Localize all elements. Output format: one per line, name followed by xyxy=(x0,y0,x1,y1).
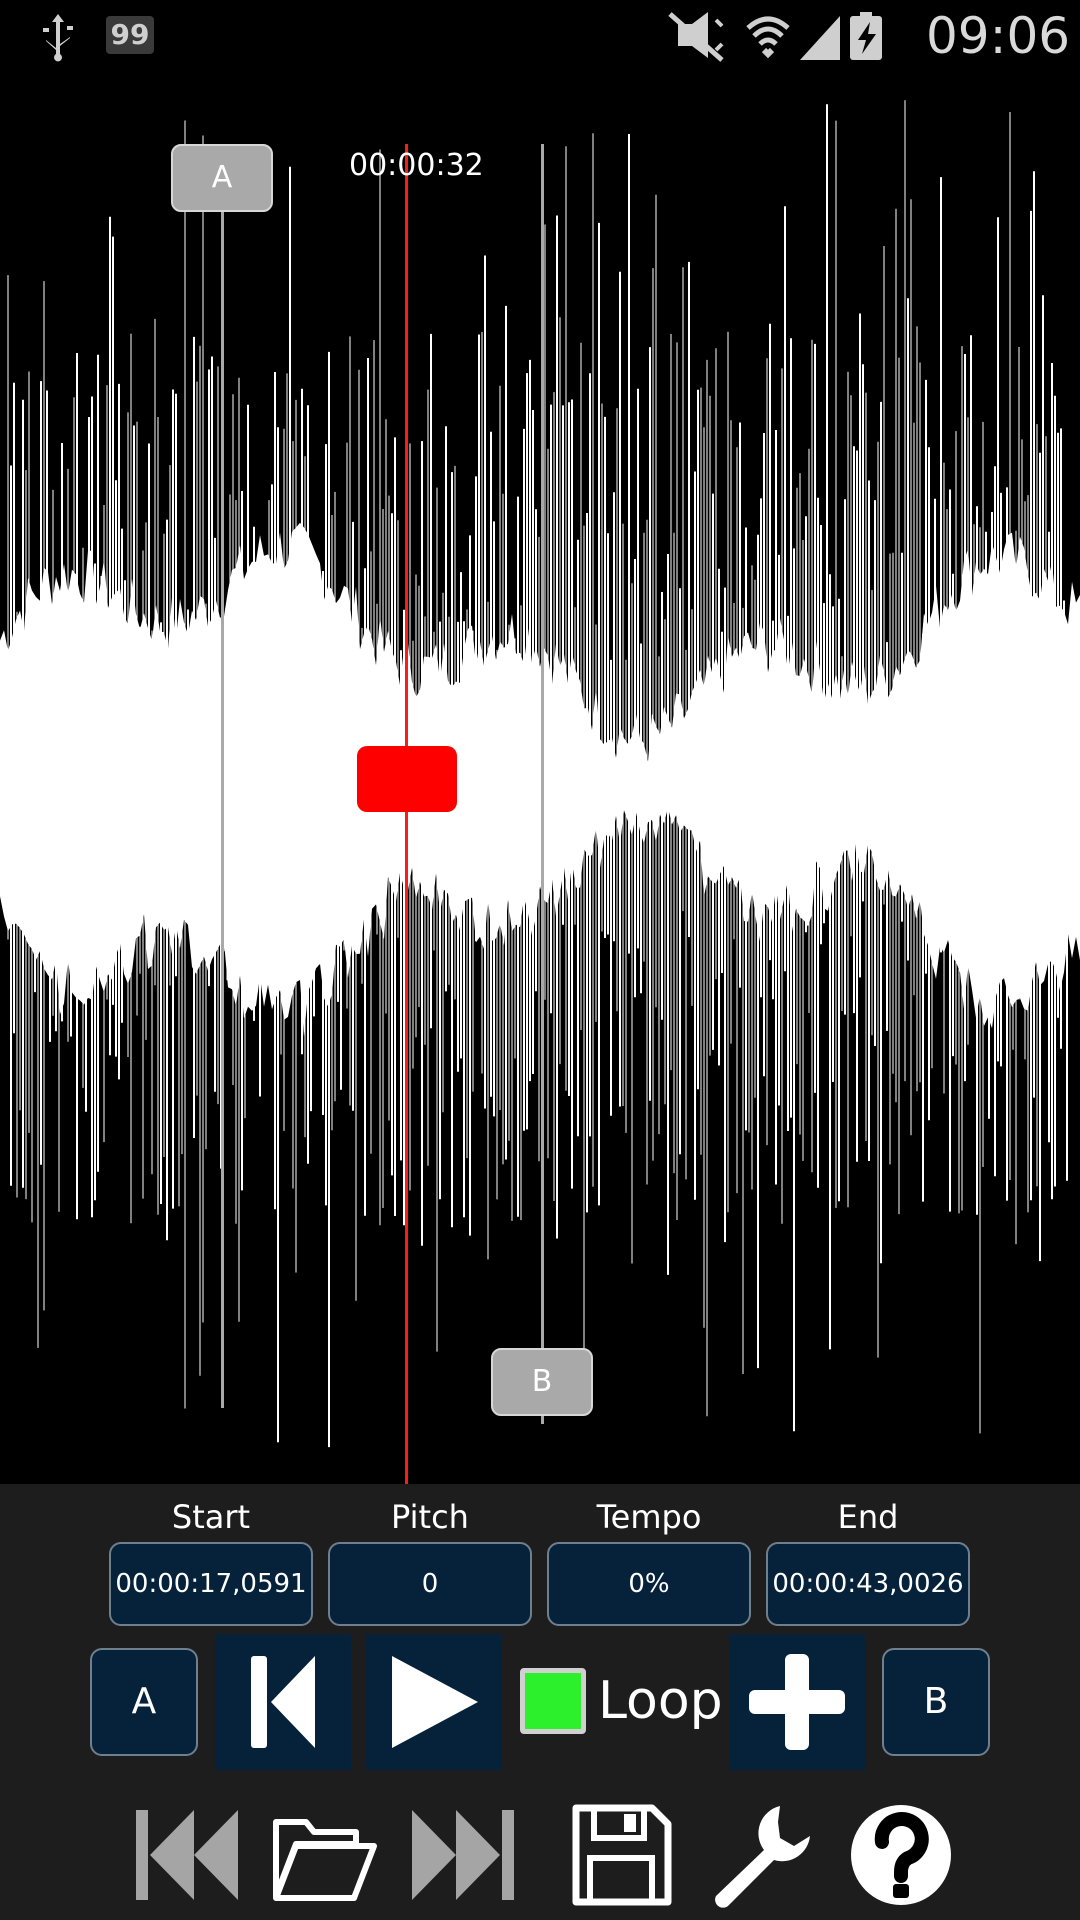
mute-icon xyxy=(668,12,724,62)
clock: 09:06 xyxy=(926,7,1071,65)
position-time: 00:00:32 xyxy=(349,148,484,183)
signal-icon xyxy=(800,16,840,60)
wrench-icon[interactable] xyxy=(706,1800,816,1910)
set-a-button[interactable]: A xyxy=(90,1648,198,1756)
rewind-button[interactable] xyxy=(215,1634,351,1770)
notification-badge: 99 xyxy=(106,16,154,54)
help-icon[interactable] xyxy=(846,1800,956,1910)
status-bar: 99 09:06 xyxy=(0,0,1080,72)
playhead-line xyxy=(405,144,408,1486)
marker-b-handle[interactable]: B xyxy=(491,1348,593,1416)
plus-icon xyxy=(749,1654,845,1750)
pitch-label: Pitch xyxy=(391,1498,469,1536)
loop-checkbox[interactable] xyxy=(520,1668,586,1734)
waveform-area[interactable]: A B 00:00:32 xyxy=(0,72,1080,1486)
tempo-label: Tempo xyxy=(596,1498,702,1536)
usb-icon xyxy=(43,14,73,62)
tempo-field[interactable]: 0% xyxy=(547,1542,751,1626)
marker-b-line xyxy=(541,144,544,1424)
marker-a-line xyxy=(221,180,224,1408)
add-button[interactable] xyxy=(729,1634,865,1770)
end-label: End xyxy=(837,1498,899,1536)
pitch-field[interactable]: 0 xyxy=(328,1542,532,1626)
loop-label: Loop xyxy=(598,1671,723,1731)
play-button[interactable] xyxy=(366,1634,502,1770)
status-icons xyxy=(668,12,882,62)
skip-back-icon xyxy=(251,1656,315,1748)
set-b-button[interactable]: B xyxy=(882,1648,990,1756)
next-track-icon[interactable] xyxy=(408,1800,518,1910)
end-field[interactable]: 00:00:43,0026 xyxy=(766,1542,970,1626)
start-label: Start xyxy=(171,1498,251,1536)
play-icon xyxy=(392,1656,478,1748)
wifi-icon xyxy=(746,16,790,59)
save-icon[interactable] xyxy=(566,1800,676,1910)
battery-charging-icon xyxy=(850,12,882,60)
previous-track-icon[interactable] xyxy=(132,1800,242,1910)
waveform[interactable] xyxy=(0,72,1080,1484)
marker-a-handle[interactable]: A xyxy=(171,144,273,212)
playhead-handle[interactable] xyxy=(357,746,457,812)
start-field[interactable]: 00:00:17,0591 xyxy=(109,1542,313,1626)
open-folder-icon[interactable] xyxy=(270,1800,380,1910)
